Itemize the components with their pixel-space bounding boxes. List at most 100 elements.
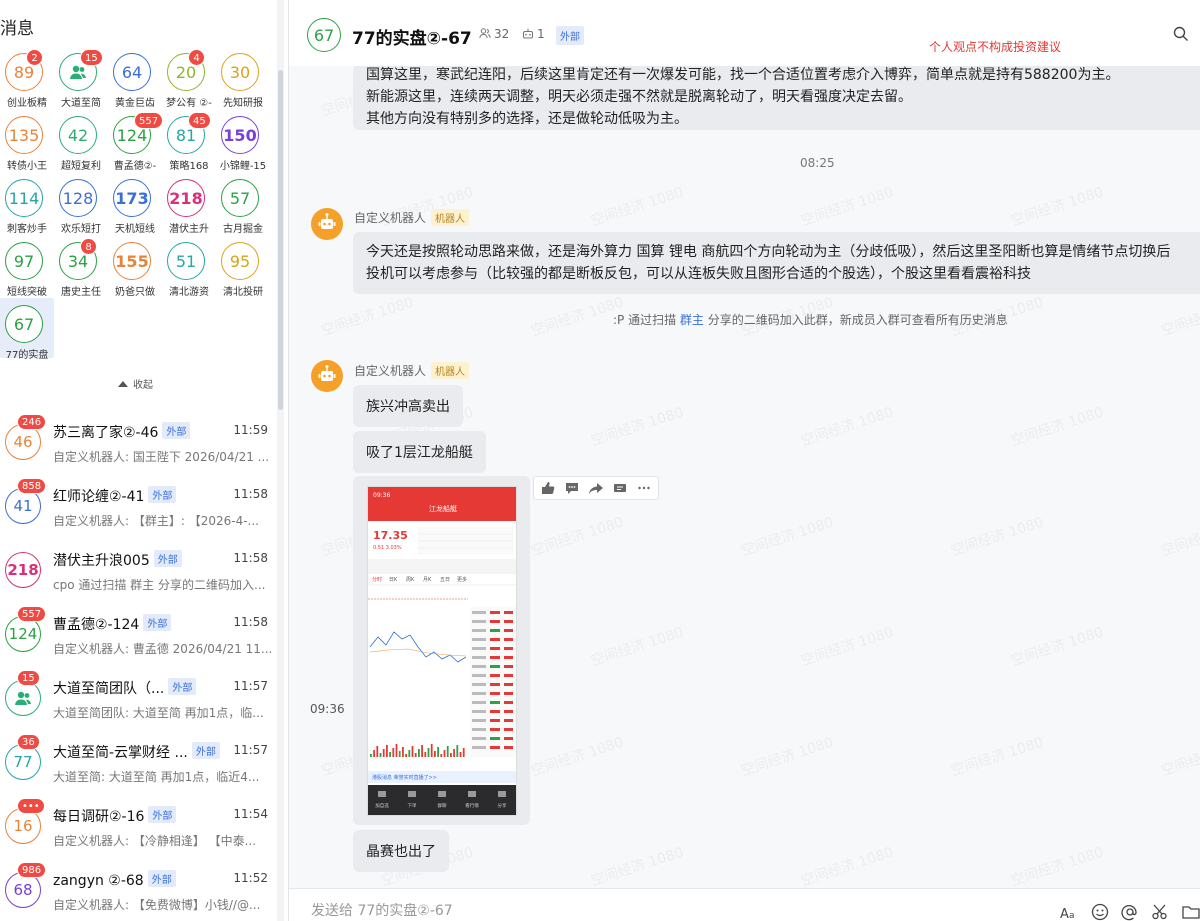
font-icon[interactable]: Aa [1059,903,1077,921]
pinned-group[interactable]: 89 2 创业板精 [0,46,54,109]
tick-volume [504,701,513,704]
pinned-group[interactable]: 30 先知研报 [216,46,270,109]
unread-badge: 4 [188,49,205,66]
tick-price [490,647,500,650]
volume-bar [427,748,430,757]
pinned-group[interactable]: 97 短线突破 [0,235,54,298]
pinned-group[interactable]: 114 刺客炒手 [0,172,54,235]
message-bubble-prev[interactable]: 国算这里，寒武纪连阳，后续这里肯定还有一次爆发可能，找一个合适位置考虑介入博弈，… [353,66,1200,130]
tick-price [490,665,500,668]
pinned-group[interactable]: 218 潜伏主升 [162,172,216,235]
pinned-group[interactable]: 20 4 梦公有 ②- [162,46,216,109]
group-label: 天机短线 [115,224,155,235]
more-icon[interactable] [636,481,652,495]
thumb-up-icon[interactable] [540,481,556,495]
group-label: 清北游资 [169,287,209,298]
tick-volume [504,710,513,713]
left-scrollbar[interactable] [277,0,284,921]
pinned-group[interactable]: 15 大道至简 [54,46,108,109]
pinned-group[interactable]: 42 超短复利 [54,109,108,172]
bot-count[interactable]: 1 [522,27,545,41]
mention-icon[interactable] [1121,903,1139,921]
pinned-group[interactable]: 34 8 唐史主任 [54,235,108,298]
quote-icon[interactable] [612,481,628,495]
external-tag: 外部 [147,870,176,887]
tick-volume [504,665,513,668]
conversation-name: 红师论缠②-41 外部 [53,486,177,506]
pinned-group[interactable]: 51 清北游资 [162,235,216,298]
external-tag: 外部 [191,742,220,759]
conversation-item[interactable]: 68 986 zangyn ②-68 外部 11:52 自定义机器人: 【免费微博】小钱/… [0,858,280,921]
pinned-group[interactable]: 150 小锦鲤-15 [216,109,270,172]
sender-name[interactable]: 自定义机器人 机器人 [354,362,470,379]
group-avatar[interactable]: 67 [307,18,341,52]
message-bubble[interactable]: 今天还是按照轮动思路来做，还是海外算力 国算 锂电 商航四个方向轮动为主（分歧低… [353,232,1200,294]
watermark-text: 空间经济 1080 [319,294,416,340]
scrollbar-thumb[interactable] [278,70,283,410]
pinned-group[interactable]: 67 77的实盘 [0,298,54,361]
pinned-group[interactable]: 128 欢乐短打 [54,172,108,235]
watermark-text: 空间经济 1080 [799,624,896,670]
scissors-icon[interactable] [1151,903,1169,921]
message-bubble[interactable]: 吸了1层江龙船艇 [353,431,486,473]
conversation-item[interactable]: 218 潜伏主升浪005 外部 11:58 cpo 通过扫描 群主 分享的二维码加入..… [0,538,280,602]
pinned-group[interactable]: 64 黄金巨齿 [108,46,162,109]
chart-tab: 日K [389,577,398,583]
conversation-item[interactable]: 124 557 曹孟德②-124 外部 11:58 自定义机器人: 曹孟德 2026/04… [0,602,280,666]
tick-time [472,692,486,695]
robot-avatar[interactable] [311,208,343,240]
pinned-group[interactable]: 124 557 曹孟德②- [108,109,164,172]
unread-badge: ••• [17,798,45,814]
conversation-name-text: 大道至简团队（... [53,681,165,697]
message-bubble[interactable]: 晶赛也出了 [353,830,449,872]
conversation-item[interactable]: 41 858 红师论缠②-41 外部 11:58 自定义机器人: 【群主】: 【2026-… [0,474,280,538]
pinned-group[interactable]: 135 转债小王 [0,109,54,172]
tick-price [490,629,500,632]
group-label: 古月掘金 [223,224,263,235]
stock-app-screenshot[interactable]: 09:36 江龙船艇 17.35 0.51 3.03% 分时 日K 周K 月K 五日 更多 [367,486,517,816]
comment-icon[interactable] [564,481,580,495]
conversation-item[interactable]: 77 36 大道至简-云掌财经 ... 外部 11:57 大道至简: 大道至简 再加1点，… [0,730,280,794]
disclaimer-note: 个人观点不构成投资建议 [929,40,1062,54]
sender-name[interactable]: 自定义机器人 机器人 [354,209,470,226]
pinned-group[interactable]: 155 奶爸只做 [108,235,162,298]
robot-avatar[interactable] [311,360,343,392]
tick-volume [504,692,513,695]
member-count[interactable]: 32 [479,27,509,41]
folder-icon[interactable] [1182,903,1200,921]
message-area[interactable]: 空间经济 1080 空间经济 1080 空间经济 1080 空间经济 1080 空间经济… [289,66,1200,888]
search-icon[interactable] [1173,26,1189,42]
watermark-text: 空间经济 1080 [529,734,626,780]
tick-time [472,710,486,713]
conversation-time: 11:54 [233,807,268,821]
volume-bar [370,754,372,757]
group-title[interactable]: 77的实盘②-67 [352,24,472,49]
message-line: 今天还是按照轮动思路来做，还是海外算力 国算 锂电 商航四个方向轮动为主（分歧低… [366,244,1171,260]
group-icon [70,65,86,79]
pinned-group[interactable]: 57 古月掘金 [216,172,270,235]
forward-icon[interactable] [588,481,604,495]
emoji-icon[interactable] [1091,903,1109,921]
system-link[interactable]: 群主 [680,313,704,327]
volume-bar [456,745,459,757]
pinned-group[interactable]: 81 45 策略168 [162,109,216,172]
conversation-item[interactable]: 46 246 苏三离了家②-46 外部 11:59 自定义机器人: 国王陛下 2026/0… [0,410,280,474]
pinned-group[interactable]: 95 清北投研 [216,235,270,298]
volume-bar [421,745,423,757]
message-input[interactable] [311,903,911,919]
volume-bar [443,750,446,757]
volume-bar [414,753,417,757]
image-message[interactable]: 09:36 江龙船艇 17.35 0.51 3.03% 分时 日K 周K 月K 五日 更多 [353,476,530,825]
conversation-time: 11:59 [233,423,268,437]
conversation-item[interactable]: 15 大道至简团队（... 外部 11:57 大道至简团队: 大道至简 再加1点，临..… [0,666,280,730]
member-count-value: 32 [494,27,510,41]
watermark-text: 空间经济 1080 [799,404,896,450]
group-avatar: 114 [5,179,43,217]
volume-bar [402,747,404,757]
collapse-button[interactable]: 收起 [118,376,153,391]
message-bubble[interactable]: 族兴冲高卖出 [353,385,463,427]
external-tag: 外部 [143,614,172,631]
volume-bar [408,750,411,757]
pinned-group[interactable]: 173 天机短线 [108,172,162,235]
conversation-item[interactable]: 16 ••• 每日调研②-16 外部 11:54 自定义机器人: 【冷静相逢】 【中泰..… [0,794,280,858]
